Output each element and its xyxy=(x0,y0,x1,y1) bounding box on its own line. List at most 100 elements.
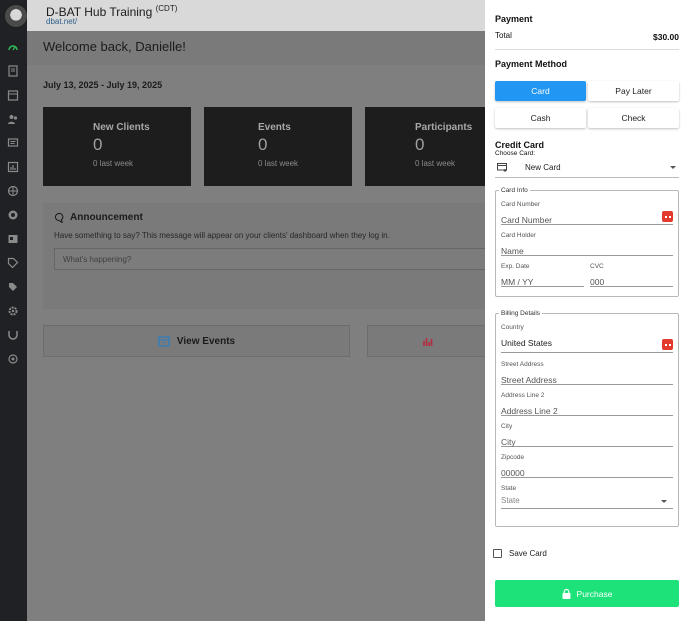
exp-date-label: Exp. Date xyxy=(501,263,530,270)
d-bat-icon[interactable] xyxy=(6,328,20,342)
lock-icon xyxy=(562,588,571,599)
id-card-icon[interactable] xyxy=(6,232,20,246)
globe-icon[interactable] xyxy=(6,184,20,198)
street-address-label: Street Address xyxy=(501,361,544,368)
announcement-title: Announcement xyxy=(70,212,143,223)
purchase-label: Purchase xyxy=(576,588,613,599)
stat-label: Events xyxy=(258,122,291,133)
autofill-icon[interactable] xyxy=(662,211,673,222)
zipcode-input[interactable] xyxy=(501,466,673,480)
state-select[interactable]: State xyxy=(501,494,673,509)
add-card-icon xyxy=(497,163,507,172)
exp-date-input[interactable] xyxy=(501,275,584,289)
address-line-2-field: Address Line 2 xyxy=(501,392,673,418)
save-card-label: Save Card xyxy=(509,549,547,558)
method-cash-button[interactable]: Cash xyxy=(495,108,586,128)
chevron-down-icon xyxy=(670,166,676,169)
announcement-input[interactable] xyxy=(55,249,488,270)
choose-card-label: Choose Card: xyxy=(495,150,536,157)
payment-method-heading: Payment Method xyxy=(495,59,568,69)
zipcode-field: Zipcode xyxy=(501,454,673,480)
city-input[interactable] xyxy=(501,435,673,449)
city-label: City xyxy=(501,423,513,430)
calendar-icon[interactable] xyxy=(6,88,20,102)
purchase-button[interactable]: Purchase xyxy=(495,580,679,607)
app-url-link[interactable]: dbat.net/ xyxy=(46,17,77,26)
date-range: July 13, 2025 - July 19, 2025 xyxy=(43,80,163,90)
reports-button[interactable] xyxy=(367,325,488,357)
view-events-button[interactable]: View Events xyxy=(43,325,350,357)
method-pay-later-button[interactable]: Pay Later xyxy=(588,81,679,101)
credit-card-heading: Credit Card xyxy=(495,140,545,150)
speedometer-icon[interactable] xyxy=(6,40,20,54)
card-holder-field: Card Holder xyxy=(501,232,673,258)
welcome-bar: Welcome back, Danielle! xyxy=(27,31,488,65)
view-events-label: View Events xyxy=(176,335,236,347)
total-value: $30.00 xyxy=(653,32,679,42)
stat-label: Participants xyxy=(415,122,473,133)
city-field: City xyxy=(501,423,673,449)
street-address-field: Street Address xyxy=(501,361,673,387)
save-card-toggle[interactable]: Save Card xyxy=(493,549,547,558)
total-label: Total xyxy=(495,31,512,40)
stat-value: 0 xyxy=(93,135,103,154)
cvc-input[interactable] xyxy=(590,275,673,289)
stat-label: New Clients xyxy=(93,122,150,133)
zipcode-label: Zipcode xyxy=(501,454,525,461)
stat-card-events: Events 0 0 last week xyxy=(204,107,352,186)
selected-card: New Card xyxy=(525,163,561,172)
people-icon[interactable] xyxy=(6,112,20,126)
palette-icon[interactable] xyxy=(6,352,20,366)
book-icon[interactable] xyxy=(6,64,20,78)
card-number-input[interactable] xyxy=(501,213,673,227)
stat-sub: 0 last week xyxy=(415,159,456,168)
state-placeholder: State xyxy=(501,496,520,505)
address-line-2-label: Address Line 2 xyxy=(501,392,545,399)
billing-details-legend: Billing Details xyxy=(501,310,541,317)
payment-heading: Payment xyxy=(495,14,533,24)
chart-icon[interactable] xyxy=(6,160,20,174)
address-line-2-input[interactable] xyxy=(501,404,673,418)
card-info-legend: Card Info xyxy=(501,187,528,194)
speech-bubble-icon xyxy=(54,212,64,223)
timezone: (CDT) xyxy=(155,4,178,13)
announcement-description: Have something to say? This message will… xyxy=(54,231,390,240)
tags-icon[interactable] xyxy=(6,280,20,294)
cvc-label: CVC xyxy=(590,263,604,270)
card-number-field: Card Number xyxy=(501,201,673,227)
chat-icon[interactable] xyxy=(6,136,20,150)
choose-card-select[interactable]: New Card xyxy=(495,159,679,178)
country-field: Country xyxy=(501,324,673,353)
card-holder-input[interactable] xyxy=(501,244,673,258)
top-bar: D-BAT Hub Training (CDT) dbat.net/ xyxy=(27,0,488,31)
divider xyxy=(495,49,679,50)
exp-date-field: Exp. Date xyxy=(501,263,584,289)
street-address-input[interactable] xyxy=(501,373,673,387)
stat-sub: 0 last week xyxy=(258,159,299,168)
method-check-button[interactable]: Check xyxy=(588,108,679,128)
tag-icon[interactable] xyxy=(6,256,20,270)
nav-rail xyxy=(0,0,27,621)
welcome-message: Welcome back, Danielle! xyxy=(43,39,186,54)
country-label: Country xyxy=(501,324,524,331)
save-card-checkbox[interactable] xyxy=(493,549,502,558)
method-card-button[interactable]: Card xyxy=(495,81,586,101)
autofill-icon[interactable] xyxy=(662,339,673,350)
payment-drawer: Payment Total $30.00 Payment Method Card… xyxy=(485,0,688,621)
country-input[interactable] xyxy=(501,333,673,353)
announcement-card: Announcement Have something to say? This… xyxy=(43,203,488,309)
card-number-label: Card Number xyxy=(501,201,541,208)
stat-card-participants: Participants 0 0 last week xyxy=(365,107,488,186)
cvc-field: CVC xyxy=(590,263,673,289)
announcement-field[interactable] xyxy=(54,248,488,270)
card-holder-label: Card Holder xyxy=(501,232,537,239)
bar-chart-icon xyxy=(423,338,433,346)
d-bat-logo[interactable] xyxy=(5,5,27,27)
state-label: State xyxy=(501,485,517,492)
stat-card-new-clients: New Clients 0 0 last week xyxy=(43,107,191,186)
stat-value: 0 xyxy=(415,135,425,154)
chevron-down-icon xyxy=(661,500,667,503)
gear-icon[interactable] xyxy=(6,304,20,318)
stat-value: 0 xyxy=(258,135,268,154)
hand-coin-icon[interactable] xyxy=(6,208,20,222)
